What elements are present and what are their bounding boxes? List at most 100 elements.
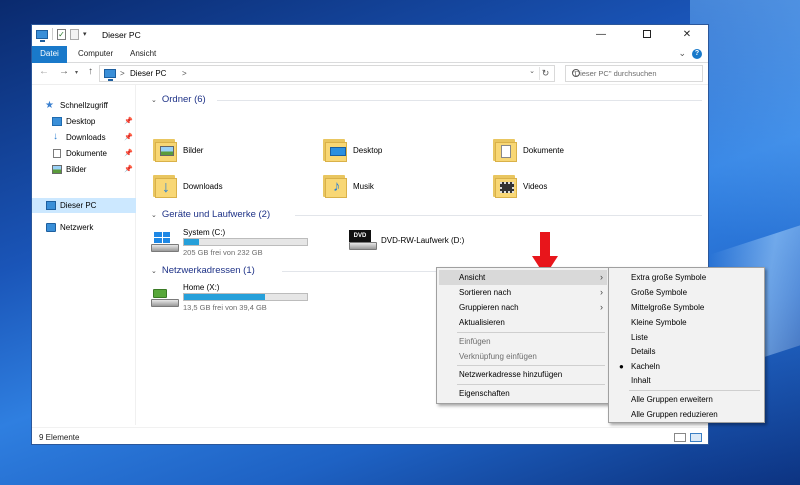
search-placeholder: "Dieser PC" durchsuchen	[572, 69, 657, 78]
menu-item-label: Einfügen	[459, 337, 491, 346]
submenu-arrow-icon: ›	[600, 302, 603, 312]
expand-ribbon-icon[interactable]: ⌄	[678, 48, 686, 59]
submenu-item-large-icons[interactable]: Große Symbole	[611, 285, 762, 300]
submenu-item-medium-icons[interactable]: Mittelgroße Symbole	[611, 300, 762, 315]
group-header-label: Netzwerkadressen (1)	[161, 265, 255, 276]
breadcrumb-separator[interactable]: >	[182, 69, 187, 78]
minimize-button[interactable]: —	[586, 25, 616, 45]
menu-item-refresh[interactable]: Aktualisieren	[439, 315, 607, 330]
window-title: Dieser PC	[102, 30, 141, 40]
group-header-label: Ordner (6)	[161, 94, 206, 105]
group-header-folders[interactable]: ⌄ Ordner (6)	[151, 94, 206, 105]
close-button[interactable]: ✕	[666, 25, 708, 45]
folder-tile-pictures[interactable]: Bilder	[153, 136, 303, 166]
tile-label: Bilder	[183, 146, 204, 155]
group-header-network[interactable]: ⌄ Netzwerkadressen (1)	[151, 265, 255, 276]
tile-label: Dokumente	[523, 146, 564, 155]
collapse-chevron-icon[interactable]: ⌄	[151, 212, 157, 219]
submenu-item-collapse-all-groups[interactable]: Alle Gruppen reduzieren	[611, 407, 762, 422]
nav-item-network[interactable]: Netzwerk	[32, 220, 136, 235]
properties-icon[interactable]: ✓	[57, 28, 66, 40]
menu-item-properties[interactable]: Eigenschaften	[439, 386, 607, 401]
submenu-item-small-icons[interactable]: Kleine Symbole	[611, 315, 762, 330]
menu-item-label: Ansicht	[459, 273, 486, 282]
menu-item-group-by[interactable]: Gruppieren nach ›	[439, 300, 607, 315]
nav-item-label: Dokumente	[66, 149, 107, 158]
dvd-drive-icon: DVD	[349, 230, 377, 252]
submenu-item-details[interactable]: Details	[611, 344, 762, 359]
toolbar-divider	[52, 28, 53, 40]
drive-tile-home-x[interactable]: Home (X:) 13,5 GB frei von 39,4 GB	[151, 283, 336, 315]
forward-arrow-icon[interactable]: →	[59, 66, 69, 77]
desktop-folder-icon	[52, 117, 62, 126]
help-icon[interactable]: ?	[692, 48, 702, 59]
address-history-dropdown-icon[interactable]: ⌄	[529, 67, 535, 75]
address-bar[interactable]: > Dieser PC > ⌄ ↻	[99, 65, 555, 82]
menu-item-view[interactable]: Ansicht ›	[439, 270, 607, 285]
refresh-icon[interactable]: ↻	[539, 67, 551, 80]
nav-item-pictures[interactable]: Bilder 📌	[32, 162, 136, 177]
submenu-item-extra-large-icons[interactable]: Extra große Symbole	[611, 270, 762, 285]
pin-icon[interactable]: 📌	[124, 114, 133, 129]
group-divider	[217, 100, 702, 101]
pin-icon[interactable]: 📌	[124, 162, 133, 177]
capacity-text: 205 GB frei von 232 GB	[183, 248, 263, 257]
up-arrow-icon[interactable]: ↑	[88, 66, 93, 77]
music-folder-icon: ♪	[323, 172, 349, 198]
folder-tile-desktop[interactable]: Desktop	[323, 136, 473, 166]
tiles-view-icon[interactable]	[690, 433, 702, 442]
group-divider	[295, 215, 702, 216]
nav-item-label: Dieser PC	[60, 201, 97, 210]
menu-item-label: Liste	[631, 333, 648, 342]
customize-dropdown-icon[interactable]: ▾	[83, 30, 87, 38]
drive-label: Home (X:)	[183, 283, 220, 292]
menu-item-label: Aktualisieren	[459, 318, 505, 327]
drive-label: DVD-RW-Laufwerk (D:)	[381, 236, 465, 245]
menu-item-add-network-location[interactable]: Netzwerkadresse hinzufügen	[439, 367, 607, 382]
submenu-item-list[interactable]: Liste	[611, 330, 762, 345]
collapse-chevron-icon[interactable]: ⌄	[151, 97, 157, 104]
details-view-icon[interactable]	[674, 433, 686, 442]
menu-separator	[457, 365, 605, 366]
drive-tile-dvd-d[interactable]: DVD DVD-RW-Laufwerk (D:)	[349, 230, 509, 258]
submenu-item-expand-all-groups[interactable]: Alle Gruppen erweitern	[611, 392, 762, 407]
tile-label: Desktop	[353, 146, 383, 155]
nav-item-documents[interactable]: Dokumente 📌	[32, 146, 136, 161]
nav-item-this-pc[interactable]: Dieser PC	[32, 198, 136, 213]
collapse-chevron-icon[interactable]: ⌄	[151, 268, 157, 275]
view-submenu: Extra große Symbole Große Symbole Mittel…	[608, 267, 765, 423]
folder-tile-documents[interactable]: Dokumente	[493, 136, 643, 166]
context-menu: Ansicht › Sortieren nach › Gruppieren nach…	[436, 267, 610, 404]
folder-tile-videos[interactable]: Videos	[493, 172, 643, 202]
folder-tile-downloads[interactable]: ↓ Downloads	[153, 172, 303, 202]
submenu-item-tiles[interactable]: ● Kacheln	[611, 359, 762, 374]
back-arrow-icon[interactable]: ←	[39, 66, 49, 77]
menu-separator	[457, 384, 605, 385]
menu-item-paste[interactable]: Einfügen	[439, 334, 607, 349]
folder-tile-music[interactable]: ♪ Musik	[323, 172, 473, 202]
new-folder-icon[interactable]	[70, 28, 79, 40]
tab-computer[interactable]: Computer	[70, 46, 121, 63]
menu-item-sort-by[interactable]: Sortieren nach ›	[439, 285, 607, 300]
tab-file[interactable]: Datei	[32, 46, 67, 63]
pin-icon[interactable]: 📌	[124, 146, 133, 161]
group-header-devices[interactable]: ⌄ Geräte und Laufwerke (2)	[151, 209, 270, 220]
search-input[interactable]: "Dieser PC" durchsuchen	[565, 65, 703, 82]
submenu-item-content[interactable]: Inhalt	[611, 373, 762, 388]
search-icon	[572, 69, 580, 77]
capacity-text: 13,5 GB frei von 39,4 GB	[183, 303, 267, 312]
nav-item-quick-access[interactable]: ★ Schnellzugriff	[32, 98, 136, 113]
menu-item-paste-shortcut[interactable]: Verknüpfung einfügen	[439, 349, 607, 364]
maximize-button[interactable]	[632, 25, 662, 45]
nav-item-desktop[interactable]: Desktop 📌	[32, 114, 136, 129]
tab-view[interactable]: Ansicht	[122, 46, 164, 63]
recent-locations-chevron-icon[interactable]: ▾	[75, 69, 78, 76]
tile-label: Downloads	[183, 182, 223, 191]
nav-item-downloads[interactable]: ↓ Downloads 📌	[32, 130, 136, 145]
downloads-folder-icon: ↓	[153, 172, 179, 198]
drive-tile-system-c[interactable]: System (C:) 205 GB frei von 232 GB	[151, 228, 326, 260]
breadcrumb-separator[interactable]: >	[120, 69, 125, 78]
breadcrumb-this-pc[interactable]: Dieser PC	[130, 69, 166, 78]
pin-icon[interactable]: 📌	[124, 130, 133, 145]
menu-separator	[629, 390, 760, 391]
